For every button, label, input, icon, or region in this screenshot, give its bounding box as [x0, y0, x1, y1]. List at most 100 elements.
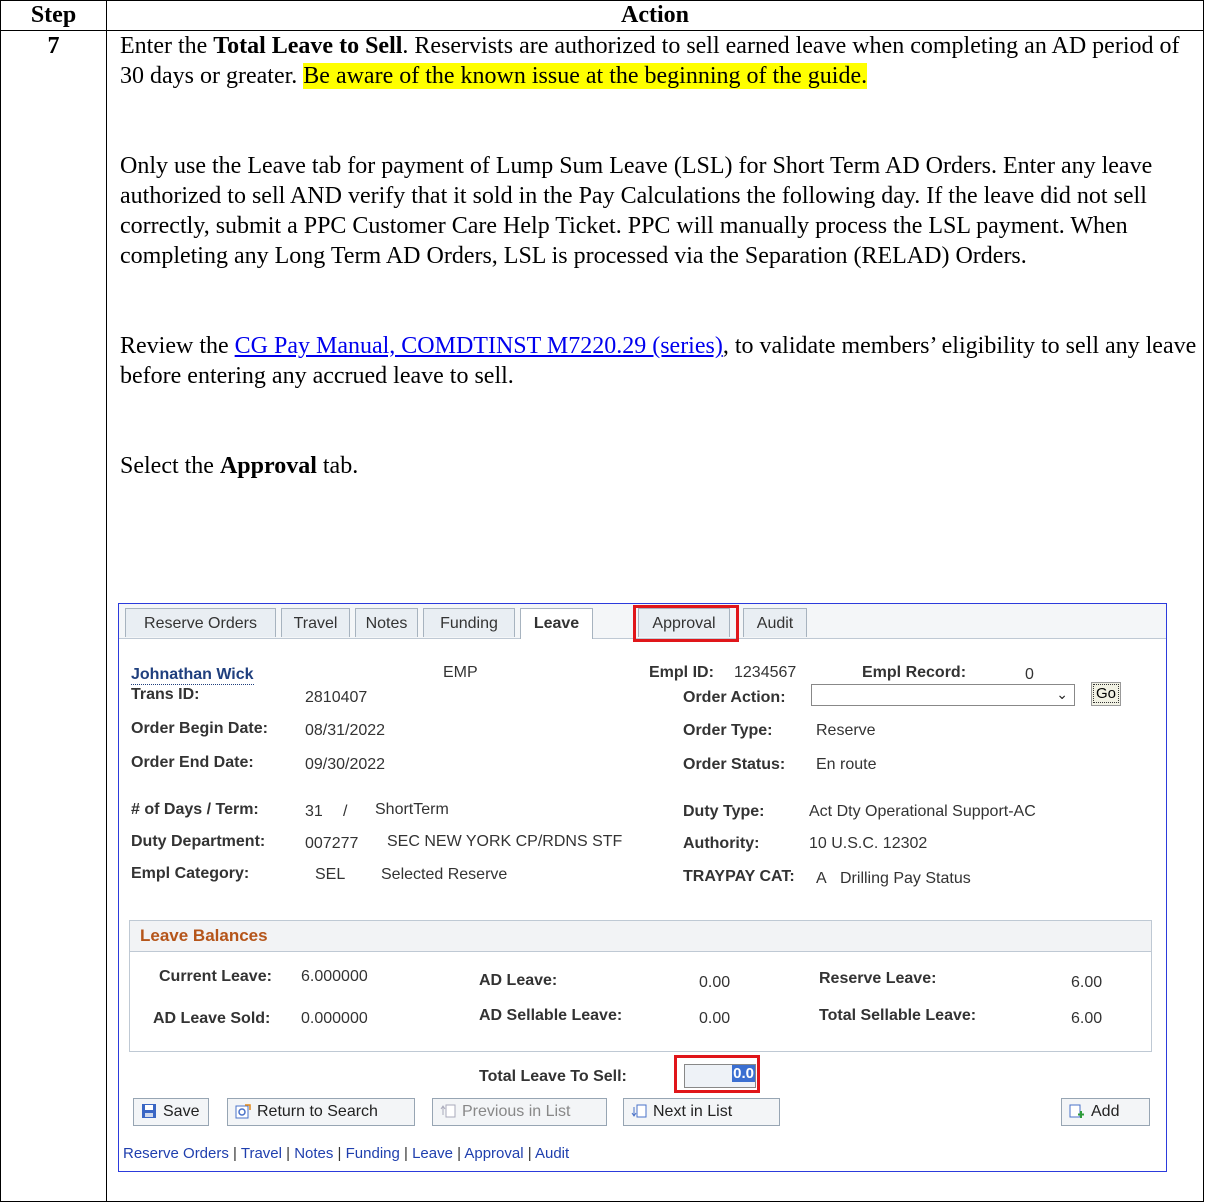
ad-sellable-value: 0.00 [699, 1010, 731, 1027]
text: Select the [120, 453, 220, 479]
reserve-leave-label: Reserve Leave: [819, 970, 937, 987]
link-separator: | [452, 1145, 465, 1162]
duty-dept-code: 007277 [305, 835, 359, 852]
total-leave-to-sell-label: Total Leave To Sell: [479, 1068, 627, 1085]
step-number: 7 [47, 33, 60, 59]
tab-reserve-orders[interactable]: Reserve Orders [125, 608, 276, 637]
link-leave[interactable]: Leave [412, 1145, 453, 1162]
empl-category-label: Empl Category: [131, 865, 250, 882]
add-label: Add [1091, 1103, 1120, 1120]
end-date-value: 09/30/2022 [305, 756, 386, 773]
link-approval[interactable]: Approval [464, 1145, 523, 1162]
paragraph-total-leave: Enter the Total Leave to Sell. Reservist… [120, 31, 1198, 91]
bold-text: Total Leave to Sell [213, 33, 403, 59]
traypay-code: A [816, 870, 827, 887]
traypay-label: TRAYPAY CAT: [683, 868, 795, 885]
add-button[interactable]: Add [1061, 1098, 1150, 1126]
begin-date-label: Order Begin Date: [131, 720, 268, 737]
employee-type: EMP [443, 664, 478, 681]
end-date-label: Order End Date: [131, 754, 254, 771]
next-in-list-button[interactable]: Next in List [623, 1098, 780, 1126]
header-step: Step [30, 2, 77, 28]
link-travel[interactable]: Travel [241, 1145, 282, 1162]
total-sellable-value: 6.00 [1071, 1010, 1103, 1027]
order-status-value: En route [816, 756, 877, 773]
order-status-label: Order Status: [683, 756, 786, 773]
current-leave-label: Current Leave: [159, 968, 272, 985]
paragraph-review: Review the CG Pay Manual, COMDTINST M722… [120, 331, 1198, 391]
total-sellable-label: Total Sellable Leave: [819, 1007, 977, 1024]
next-list-icon [631, 1102, 647, 1118]
previous-label: Previous in List [462, 1103, 571, 1120]
order-action-select[interactable]: ⌄ [811, 684, 1075, 706]
reserve-leave-value: 6.00 [1071, 974, 1103, 991]
paragraph-lsl: Only use the Leave tab for payment of Lu… [120, 153, 1153, 269]
ad-sellable-label: AD Sellable Leave: [479, 1007, 623, 1024]
go-label: Go [1092, 684, 1119, 703]
add-icon [1069, 1102, 1085, 1118]
paragraph-select: Select the Approval tab. [120, 451, 1198, 481]
tab-funding[interactable]: Funding [423, 608, 515, 637]
begin-date-value: 08/31/2022 [305, 722, 386, 739]
return-search-icon [235, 1102, 251, 1119]
tab-notes[interactable]: Notes [355, 608, 418, 637]
previous-list-icon [440, 1102, 456, 1118]
leave-balances-box: Leave Balances [129, 920, 1152, 1052]
traypay-name: Drilling Pay Status [840, 870, 971, 887]
term-value: ShortTerm [375, 801, 449, 818]
save-button[interactable]: Save [133, 1098, 209, 1126]
tab-leave[interactable]: Leave [520, 608, 593, 639]
ad-leave-sold-label: AD Leave Sold: [153, 1010, 271, 1027]
days-term-label: # of Days / Term: [131, 801, 259, 818]
ad-leave-value: 0.00 [699, 974, 731, 991]
tab-audit[interactable]: Audit [743, 608, 807, 637]
bottom-nav-links: Reserve Orders | Travel | Notes | Fundin… [123, 1145, 569, 1162]
authority-value: 10 U.S.C. 12302 [809, 835, 928, 852]
order-action-label: Order Action: [683, 689, 786, 706]
ad-leave-sold-value: 0.000000 [301, 1010, 368, 1027]
return-label: Return to Search [257, 1103, 378, 1120]
screenshot-panel: Reserve Orders Travel Notes Funding Leav… [118, 603, 1167, 1172]
duty-type-value: Act Dty Operational Support-AC [809, 803, 1036, 820]
link-separator: | [228, 1145, 241, 1162]
ad-leave-label: AD Leave: [479, 972, 558, 989]
go-button[interactable]: Go [1091, 682, 1121, 706]
header-action: Action [621, 2, 689, 28]
column-divider [106, 1, 107, 1201]
link-audit[interactable]: Audit [535, 1145, 569, 1162]
leave-balances-title: Leave Balances [140, 926, 268, 945]
link-separator: | [333, 1145, 346, 1162]
trans-id-label: Trans ID: [131, 686, 200, 703]
tab-travel[interactable]: Travel [281, 608, 350, 637]
pay-manual-link[interactable]: CG Pay Manual, COMDTINST M7220.29 (serie… [235, 333, 723, 359]
days-value: 31 [305, 803, 323, 820]
link-funding[interactable]: Funding [346, 1145, 400, 1162]
link-separator: | [281, 1145, 295, 1162]
return-to-search-button[interactable]: Return to Search [227, 1098, 415, 1126]
bold-text: Approval [219, 453, 317, 479]
link-separator: | [399, 1145, 413, 1162]
link-separator: | [523, 1145, 535, 1162]
highlighted-warning: Be aware of the known issue at the begin… [303, 63, 868, 89]
text: Enter the [120, 33, 214, 59]
duty-dept-label: Duty Department: [131, 833, 266, 850]
empl-category-name: Selected Reserve [381, 866, 508, 883]
days-separator: / [343, 803, 348, 820]
save-label: Save [163, 1103, 200, 1120]
total-leave-callout [674, 1055, 760, 1093]
employee-name[interactable]: Johnathan Wick [131, 666, 254, 685]
trans-id-value: 2810407 [305, 689, 368, 706]
text: tab. [316, 453, 359, 479]
empl-record-value: 0 [1025, 666, 1034, 683]
order-type-label: Order Type: [683, 722, 773, 739]
link-notes[interactable]: Notes [294, 1145, 333, 1162]
leave-balances-header [130, 921, 1151, 952]
action-text: Enter the Total Leave to Sell. Reservist… [120, 31, 1198, 481]
previous-in-list-button[interactable]: Previous in List [432, 1098, 607, 1126]
empl-record-label: Empl Record: [862, 664, 967, 681]
link-reserve-orders[interactable]: Reserve Orders [123, 1145, 229, 1162]
current-leave-value: 6.000000 [301, 968, 368, 985]
empl-id-value: 1234567 [734, 664, 797, 681]
duty-dept-name: SEC NEW YORK CP/RDNS STF [387, 833, 623, 850]
duty-type-label: Duty Type: [683, 803, 765, 820]
